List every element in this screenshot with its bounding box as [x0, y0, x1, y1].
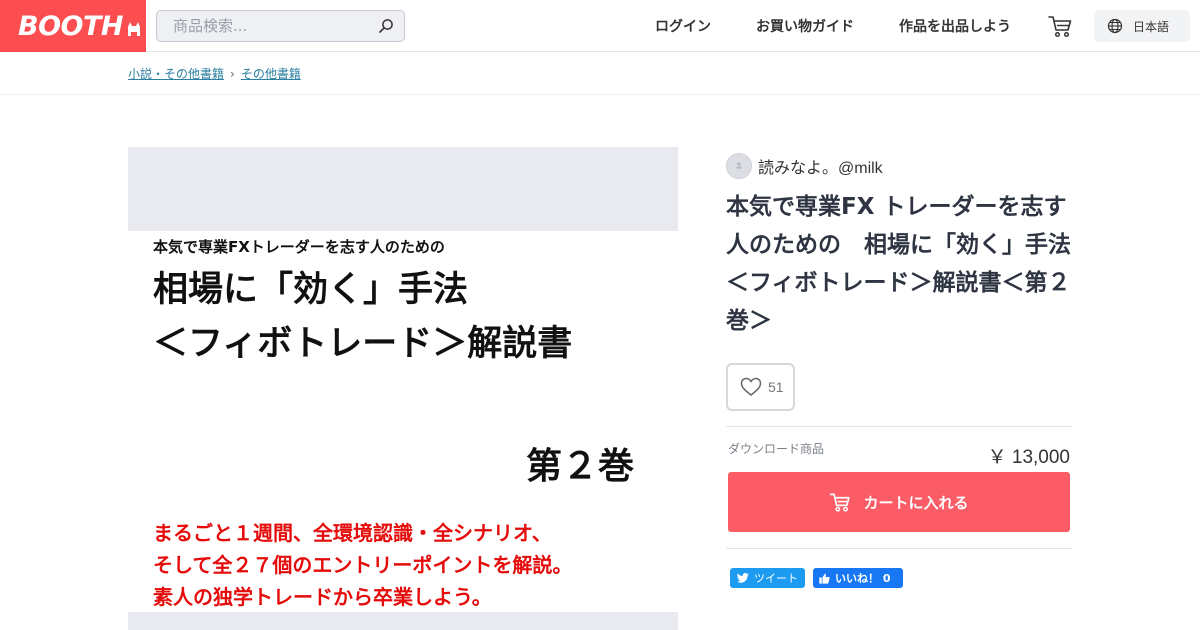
search-box [156, 10, 405, 42]
product-image-content: 本気で専業FXトレーダーを志す人のための 相場に「効く」手法 ＜フィボトレード＞… [128, 231, 678, 612]
shop-name: 読みなよ。@milk [758, 160, 883, 177]
divider [726, 426, 1072, 427]
sell-link[interactable]: 作品を出品しよう [899, 16, 1011, 36]
image-title-line1: 相場に「効く」手法 [153, 270, 469, 310]
divider [726, 548, 1072, 549]
language-label: 日本語 [1133, 19, 1170, 34]
price: ￥ 13,000 [987, 447, 1070, 468]
breadcrumb: 小説・その他書籍 › その他書籍 [128, 65, 301, 82]
facebook-like-label: いいね！ 0 [835, 572, 891, 585]
site-header: BOOTH ログイン お買い物ガイド 作品を出品しよう 日本語 [0, 0, 1200, 52]
image-red-line-2: そして全２７個のエントリーポイントを解説。 [153, 553, 573, 577]
cart-icon [830, 493, 851, 512]
tweet-label: ツイート [754, 572, 798, 585]
shopping-guide-link[interactable]: お買い物ガイド [756, 16, 854, 36]
image-red-line-1: まるごと１週間、全環境認識・全シナリオ、 [153, 521, 552, 545]
cart-icon [1048, 16, 1072, 38]
add-to-cart-label: カートに入れる [863, 493, 969, 512]
user-icon [736, 162, 742, 169]
shop-link[interactable]: 読みなよ。@milk [726, 153, 883, 179]
search-icon[interactable] [378, 18, 394, 34]
shop-avatar [726, 153, 752, 179]
booth-logo[interactable]: BOOTH [0, 0, 146, 52]
heart-icon [740, 377, 762, 396]
twitter-bird-icon [737, 573, 749, 583]
image-title-line2: ＜フィボトレード＞解説書 [153, 324, 573, 364]
like-button[interactable]: 51 [726, 363, 795, 411]
image-red-line-3: 素人の独学トレードから卒業しよう。 [153, 585, 492, 609]
like-count: 51 [768, 379, 784, 395]
breadcrumb-item-other-books[interactable]: その他書籍 [241, 65, 301, 82]
logo-text: BOOTH [18, 10, 124, 42]
header-cart-button[interactable] [1047, 13, 1073, 39]
thumbs-up-icon [819, 573, 830, 584]
search-input[interactable] [157, 11, 367, 41]
variant-type-label: ダウンロード商品 [728, 442, 825, 456]
add-to-cart-button[interactable]: カートに入れる [728, 472, 1070, 532]
product-image[interactable]: 本気で専業FXトレーダーを志す人のための 相場に「効く」手法 ＜フィボトレード＞… [128, 147, 678, 630]
tweet-button[interactable]: ツイート [730, 568, 805, 588]
breadcrumb-bar: 小説・その他書籍 › その他書籍 [0, 52, 1200, 95]
globe-icon [1107, 18, 1123, 34]
image-volume: 第２巻 [525, 446, 634, 487]
login-link[interactable]: ログイン [655, 16, 711, 36]
language-selector[interactable]: 日本語 [1094, 10, 1190, 42]
facebook-like-button[interactable]: いいね！ 0 [813, 568, 903, 588]
dog-logo-icon [128, 22, 140, 36]
chevron-right-icon: › [230, 66, 235, 81]
breadcrumb-item-novels[interactable]: 小説・その他書籍 [128, 65, 224, 82]
image-subtitle: 本気で専業FXトレーダーを志す人のための [153, 238, 445, 256]
product-title: 本気で専業FX トレーダーを志す人のための 相場に「効く」手法＜フィボトレード＞… [726, 194, 1071, 334]
